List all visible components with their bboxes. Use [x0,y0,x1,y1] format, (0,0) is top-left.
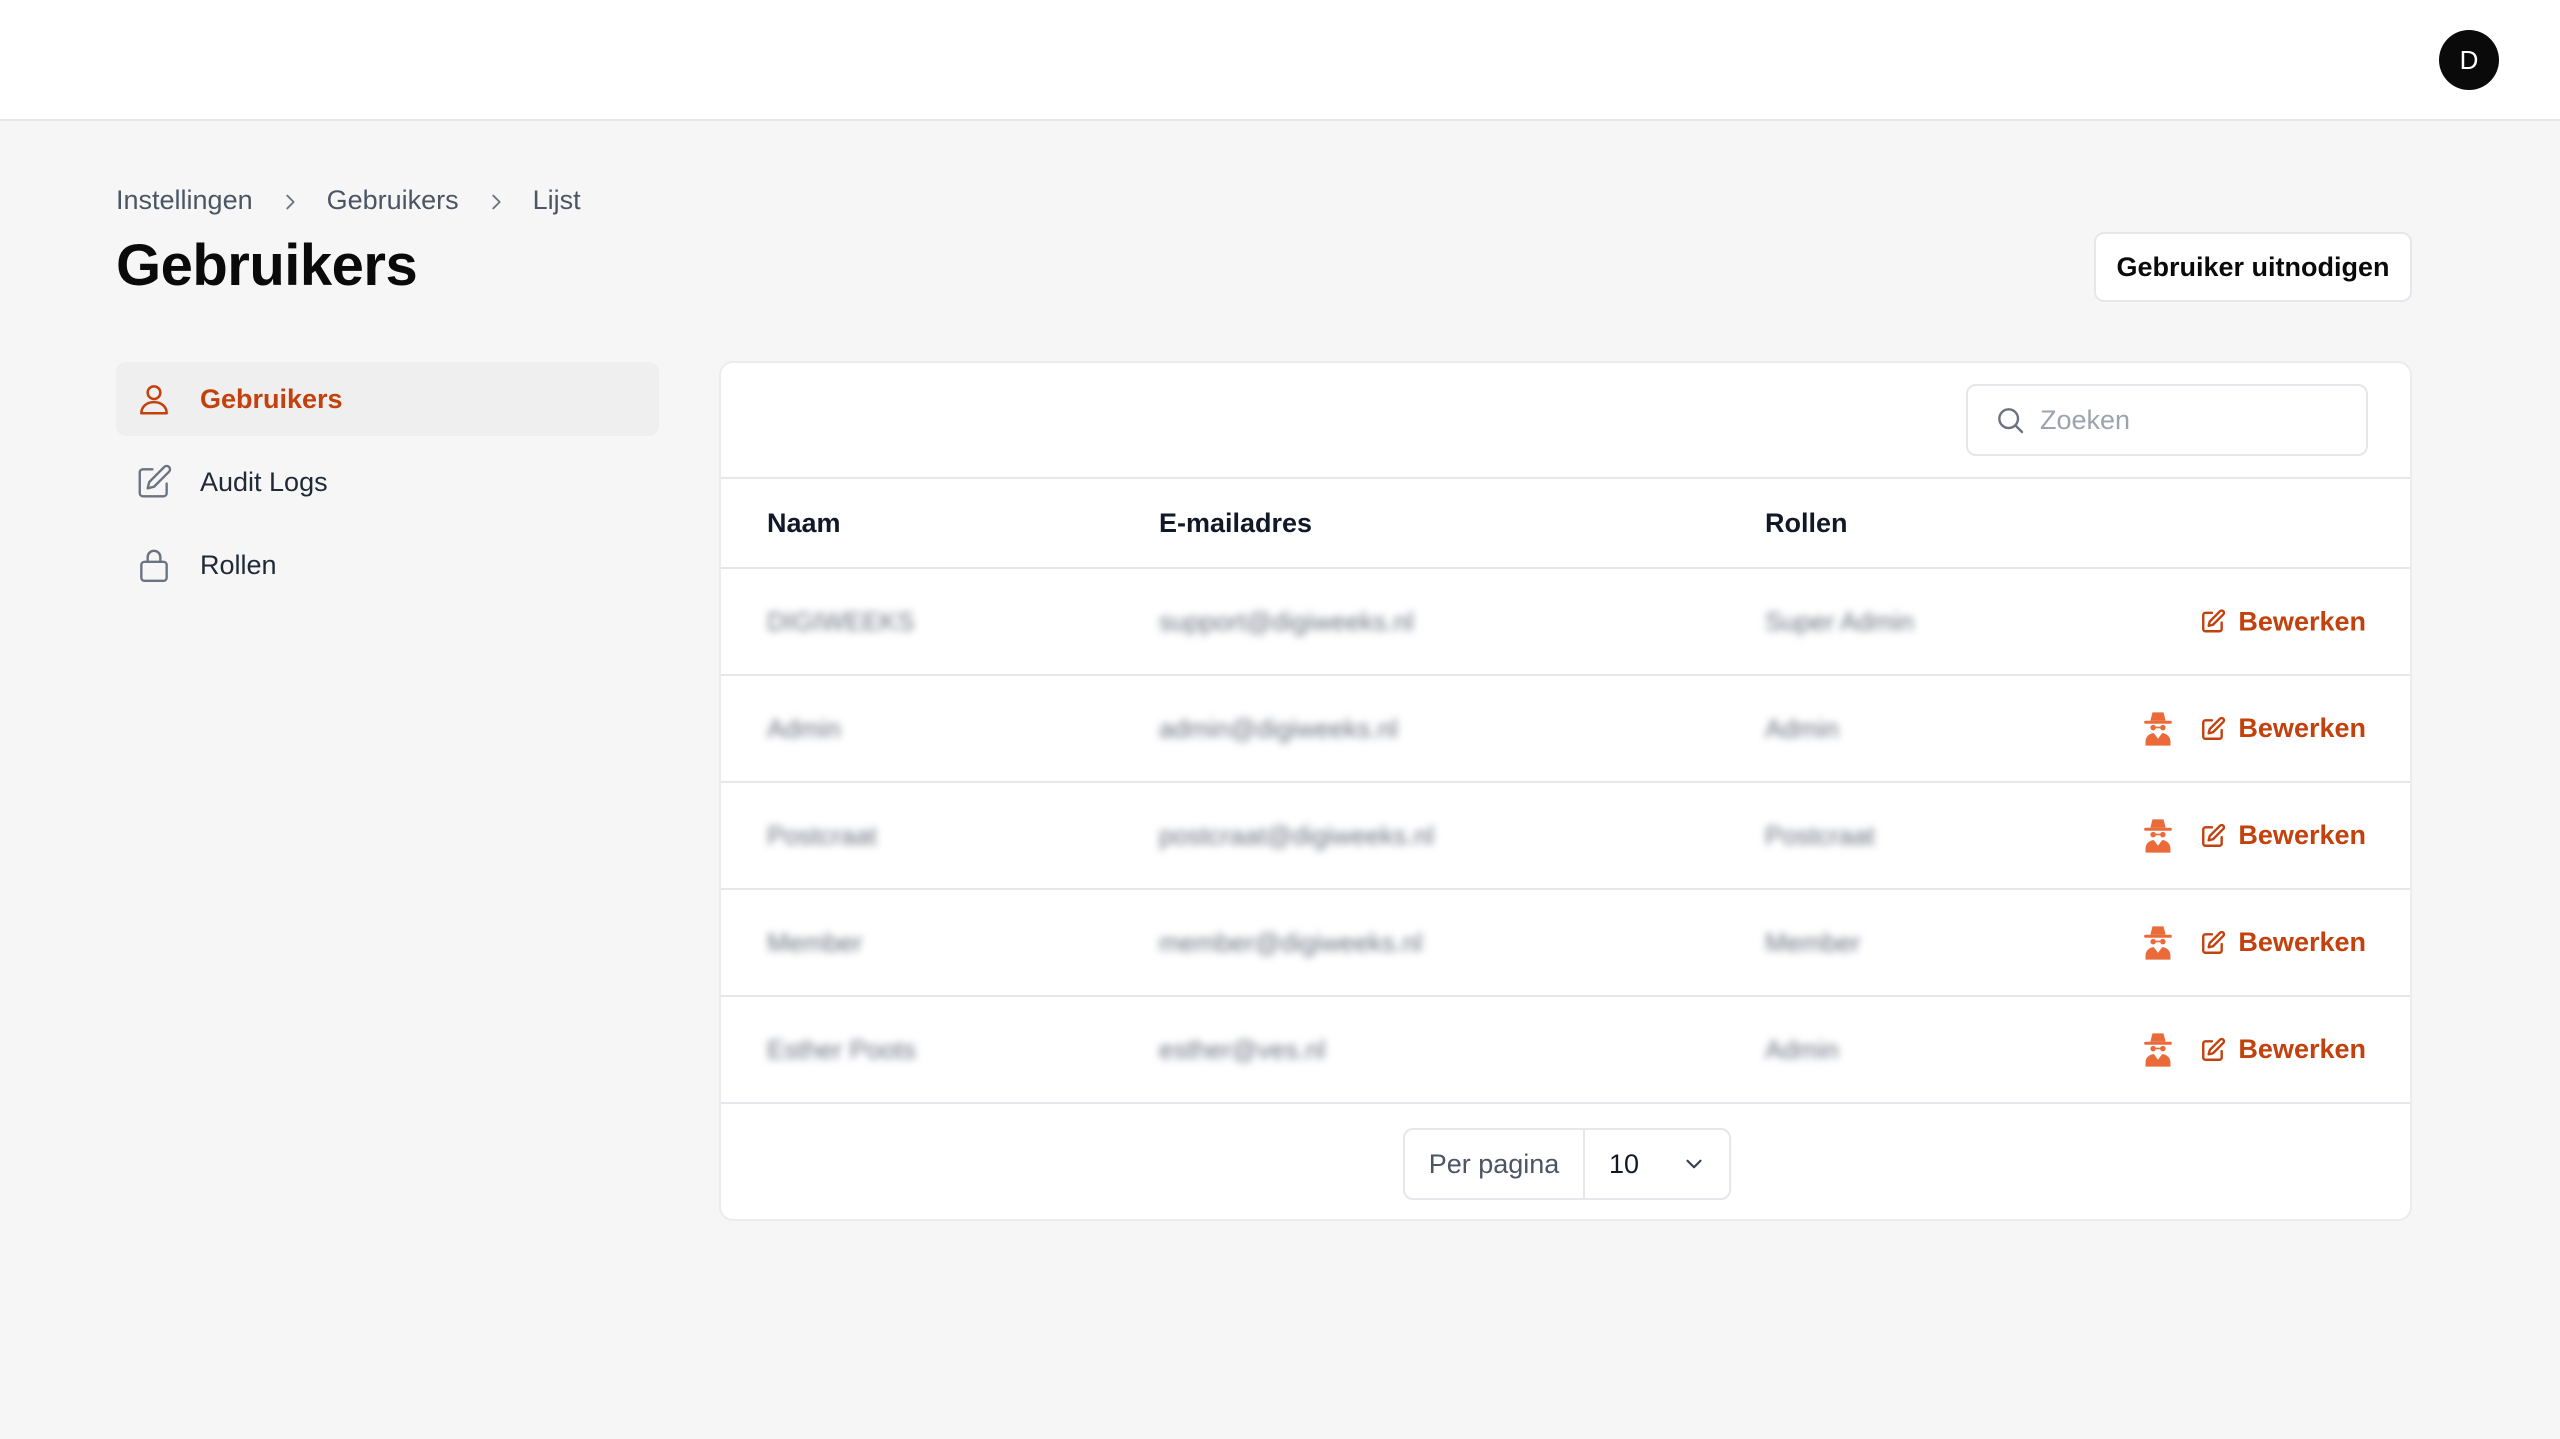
per-page-select[interactable]: 10 [1585,1149,1729,1180]
column-header-email[interactable]: E-mailadres [1159,508,1312,539]
table-row: Esther Poots esther@ves.nl Admin Bewerke… [721,997,2410,1104]
table-header: Naam E-mailadres Rollen [721,477,2410,569]
settings-sidebar: Gebruikers Audit Logs Rollen [116,362,659,611]
user-role: Member [1765,927,1861,957]
edit-icon [2200,1037,2226,1063]
table-row: Postcraat postcraat@digiweeks.nl Postcra… [721,783,2410,890]
sidebar-item-label: Gebruikers [200,383,343,414]
table-body: DIGIWEEKS support@digiweeks.nl Super Adm… [721,569,2410,1104]
search-icon [1994,404,2026,436]
impersonate-spy-icon[interactable] [2140,710,2176,748]
user-email: postcraat@digiweeks.nl [1159,820,1434,850]
edit-icon [2200,823,2226,849]
user-name: Postcraat [767,820,877,850]
breadcrumb-item-list: Lijst [532,184,581,215]
chevron-right-icon [279,189,301,211]
edit-label: Bewerken [2238,820,2366,850]
user-role: Super Admin [1765,606,1914,636]
user-role: Admin [1765,1034,1839,1064]
impersonate-spy-icon[interactable] [2140,1031,2176,1069]
edit-button[interactable]: Bewerken [2200,713,2366,744]
user-name: DIGIWEEKS [767,606,915,636]
impersonate-spy-icon[interactable] [2140,924,2176,962]
breadcrumb: Instellingen Gebruikers Lijst [116,182,581,218]
sidebar-item-roles[interactable]: Rollen [116,528,659,602]
edit-icon [2200,609,2226,635]
page-title: Gebruikers [116,233,418,298]
edit-button[interactable]: Bewerken [2200,606,2366,637]
edit-label: Bewerken [2238,1034,2366,1064]
sidebar-item-label: Audit Logs [200,466,328,497]
edit-button[interactable]: Bewerken [2200,1034,2366,1065]
edit-icon [2200,930,2226,956]
per-page-label: Per pagina [1405,1130,1585,1198]
edit-label: Bewerken [2238,927,2366,957]
user-role: Admin [1765,713,1839,743]
column-header-roles[interactable]: Rollen [1765,508,1848,539]
avatar[interactable]: D [2439,30,2499,90]
user-email: esther@ves.nl [1159,1034,1326,1064]
row-actions: Bewerken [2140,924,2366,962]
user-name: Member [767,927,863,957]
edit-icon [2200,716,2226,742]
breadcrumb-item-users[interactable]: Gebruikers [327,185,459,216]
edit-label: Bewerken [2238,606,2366,636]
user-name: Admin [767,713,841,743]
row-actions: Bewerken [2140,710,2366,748]
user-name: Esther Poots [767,1034,916,1064]
edit-button[interactable]: Bewerken [2200,927,2366,958]
search-input[interactable] [2040,404,2340,436]
sidebar-item-users[interactable]: Gebruikers [116,362,659,436]
users-table-panel: Naam E-mailadres Rollen DIGIWEEKS suppor… [719,361,2412,1221]
chevron-right-icon [485,189,507,211]
edit-button[interactable]: Bewerken [2200,820,2366,851]
per-page-value: 10 [1609,1148,1640,1179]
user-email: admin@digiweeks.nl [1159,713,1398,743]
lock-icon [134,545,174,585]
search-box [1966,384,2368,456]
user-email: member@digiweeks.nl [1159,927,1423,957]
impersonate-spy-icon[interactable] [2140,817,2176,855]
sidebar-item-label: Rollen [200,549,277,580]
edit-icon [134,462,174,502]
table-row: Member member@digiweeks.nl Member Bewerk… [721,890,2410,997]
column-header-name[interactable]: Naam [767,508,841,539]
row-actions: Bewerken [2200,606,2366,637]
user-email: support@digiweeks.nl [1159,606,1414,636]
row-actions: Bewerken [2140,1031,2366,1069]
invite-user-button[interactable]: Gebruiker uitnodigen [2094,232,2412,302]
sidebar-item-audit-logs[interactable]: Audit Logs [116,445,659,519]
table-row: DIGIWEEKS support@digiweeks.nl Super Adm… [721,569,2410,676]
breadcrumb-item-settings[interactable]: Instellingen [116,185,253,216]
user-icon [134,379,174,419]
top-bar: D [0,0,2560,121]
edit-label: Bewerken [2238,713,2366,743]
table-row: Admin admin@digiweeks.nl Admin Bewerken [721,676,2410,783]
chevron-down-icon [1681,1151,1707,1177]
pagination-per-page: Per pagina 10 [1403,1128,1731,1200]
user-role: Postcraat [1765,820,1875,850]
row-actions: Bewerken [2140,817,2366,855]
